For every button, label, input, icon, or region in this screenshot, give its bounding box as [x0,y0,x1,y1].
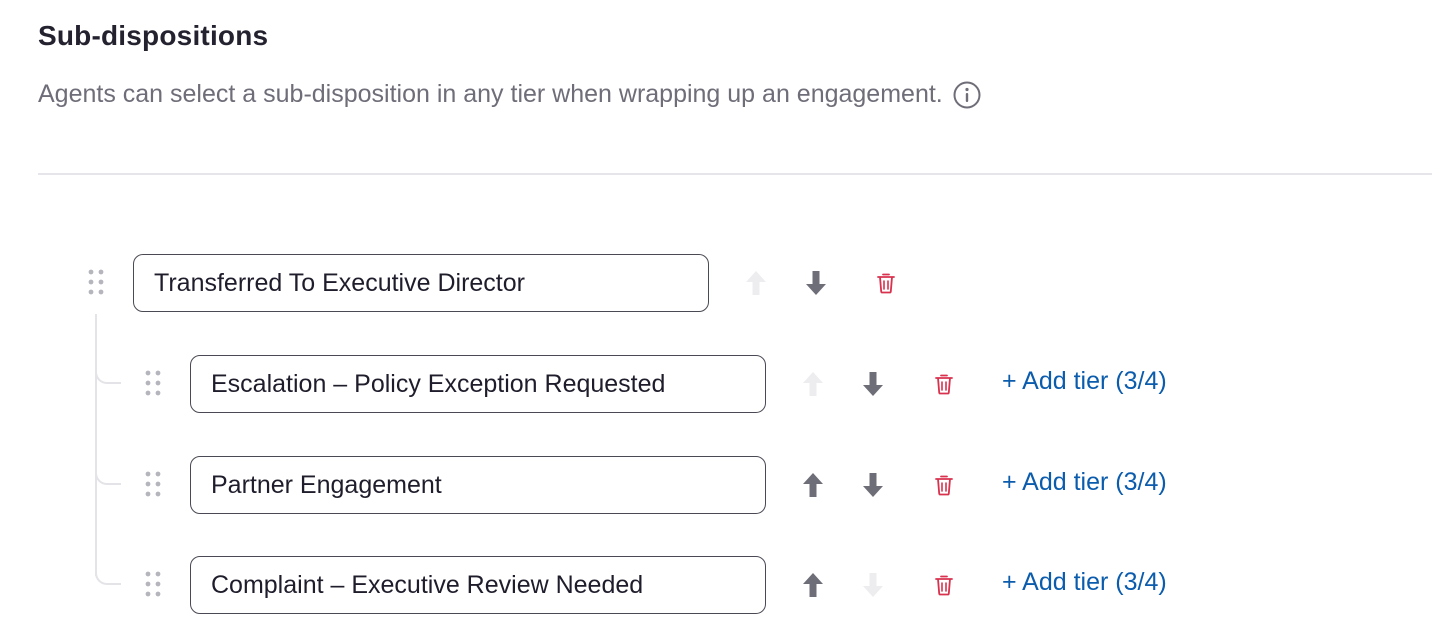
arrow-down-icon [863,573,883,597]
trash-icon [877,273,895,294]
drag-handle-icon[interactable] [144,470,162,498]
arrow-up-icon [803,372,823,396]
tier-name-input[interactable] [190,556,766,614]
tree-connector-line [95,314,97,576]
arrow-up-icon [746,271,766,295]
trash-icon [935,575,953,596]
move-up-button[interactable] [797,569,829,601]
delete-button[interactable] [870,267,902,299]
info-icon[interactable] [953,81,981,109]
section-description: Agents can select a sub-disposition in a… [38,80,981,109]
drag-handle-icon[interactable] [87,268,105,296]
arrow-down-icon [806,271,826,295]
move-up-button[interactable] [740,267,772,299]
move-down-button[interactable] [857,368,889,400]
arrow-down-icon [863,372,883,396]
arrow-up-icon [803,573,823,597]
delete-button[interactable] [928,368,960,400]
section-title: Sub-dispositions [38,20,269,51]
trash-icon [935,475,953,496]
add-tier-link[interactable]: + Add tier (3/4) [1002,367,1167,396]
delete-button[interactable] [928,469,960,501]
drag-handle-icon[interactable] [144,369,162,397]
trash-icon [935,374,953,395]
delete-button[interactable] [928,569,960,601]
tier-name-input[interactable] [190,355,766,413]
tier-name-input[interactable] [133,254,709,312]
move-down-button[interactable] [857,569,889,601]
arrow-down-icon [863,473,883,497]
move-up-button[interactable] [797,469,829,501]
move-up-button[interactable] [797,368,829,400]
tier-row: + Add tier (3/4) [0,556,1432,614]
tier-name-input[interactable] [190,456,766,514]
add-tier-link[interactable]: + Add tier (3/4) [1002,468,1167,497]
description-text: Agents can select a sub-disposition in a… [38,80,943,108]
tier-row: + Add tier (3/4) [0,355,1432,413]
add-tier-link[interactable]: + Add tier (3/4) [1002,568,1167,597]
move-down-button[interactable] [857,469,889,501]
arrow-up-icon [803,473,823,497]
drag-handle-icon[interactable] [144,570,162,598]
move-down-button[interactable] [800,267,832,299]
tier-row [0,254,1432,312]
divider [38,173,1432,175]
tier-row: + Add tier (3/4) [0,456,1432,514]
